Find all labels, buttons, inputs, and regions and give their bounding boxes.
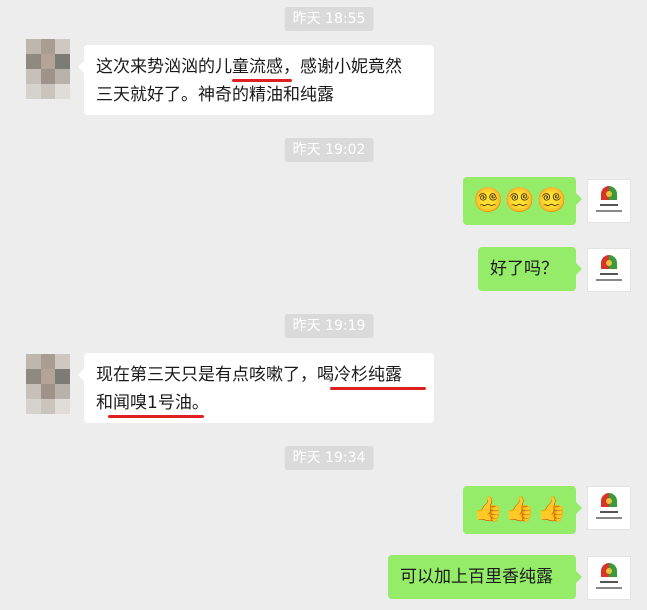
message-text-line: 和闻嗅1号油。 [96,393,209,413]
contact-avatar[interactable] [26,354,70,414]
message-bubble-received[interactable]: 这次来势汹汹的儿童流感，感谢小妮竟然 三天就好了。神奇的精油和纯露 [78,45,434,115]
message-bubble-sent[interactable]: 😵‍💫😵‍💫😵‍💫 [463,177,582,225]
message-bubble-sent[interactable]: 👍👍👍 [463,486,582,534]
contact-avatar[interactable] [26,39,70,99]
user-avatar[interactable] [587,179,631,223]
timestamp: 昨天 19:19 [284,314,374,338]
message-text: 好了吗？ [490,259,558,279]
timestamp: 昨天 19:34 [284,446,374,470]
message-text-line: 三天就好了。神奇的精油和纯露 [96,85,334,105]
timestamp: 昨天 18:55 [284,7,374,31]
red-underline [108,415,204,418]
message-bubble-sent[interactable]: 好了吗？ [478,247,582,291]
red-underline [232,79,292,82]
balance-care-logo-icon [596,186,622,212]
thumbs-up-emoji: 👍 [536,495,567,523]
balance-care-logo-icon [596,255,622,281]
user-avatar[interactable] [587,556,631,600]
balance-care-logo-icon [596,563,622,589]
user-avatar[interactable] [587,248,631,292]
dizzy-face-emoji: 😵‍💫 [536,186,567,214]
message-bubble-sent[interactable]: 可以加上百里香纯露 [388,555,582,599]
message-text: 可以加上百里香纯露 [400,567,553,587]
message-text-line: 现在第三天只是有点咳嗽了，喝冷杉纯露 [96,365,402,385]
balance-care-logo-icon [596,493,622,519]
dizzy-face-emoji: 😵‍💫 [473,186,503,214]
dizzy-face-emoji: 😵‍💫 [504,186,535,214]
red-underline [330,387,426,390]
timestamp: 昨天 19:02 [284,138,374,162]
message-bubble-received[interactable]: 现在第三天只是有点咳嗽了，喝冷杉纯露 和闻嗅1号油。 [78,353,434,423]
thumbs-up-emoji: 👍 [473,495,503,523]
message-text-line: 这次来势汹汹的儿童流感，感谢小妮竟然 [96,57,402,77]
thumbs-up-emoji: 👍 [504,495,535,523]
user-avatar[interactable] [587,486,631,530]
